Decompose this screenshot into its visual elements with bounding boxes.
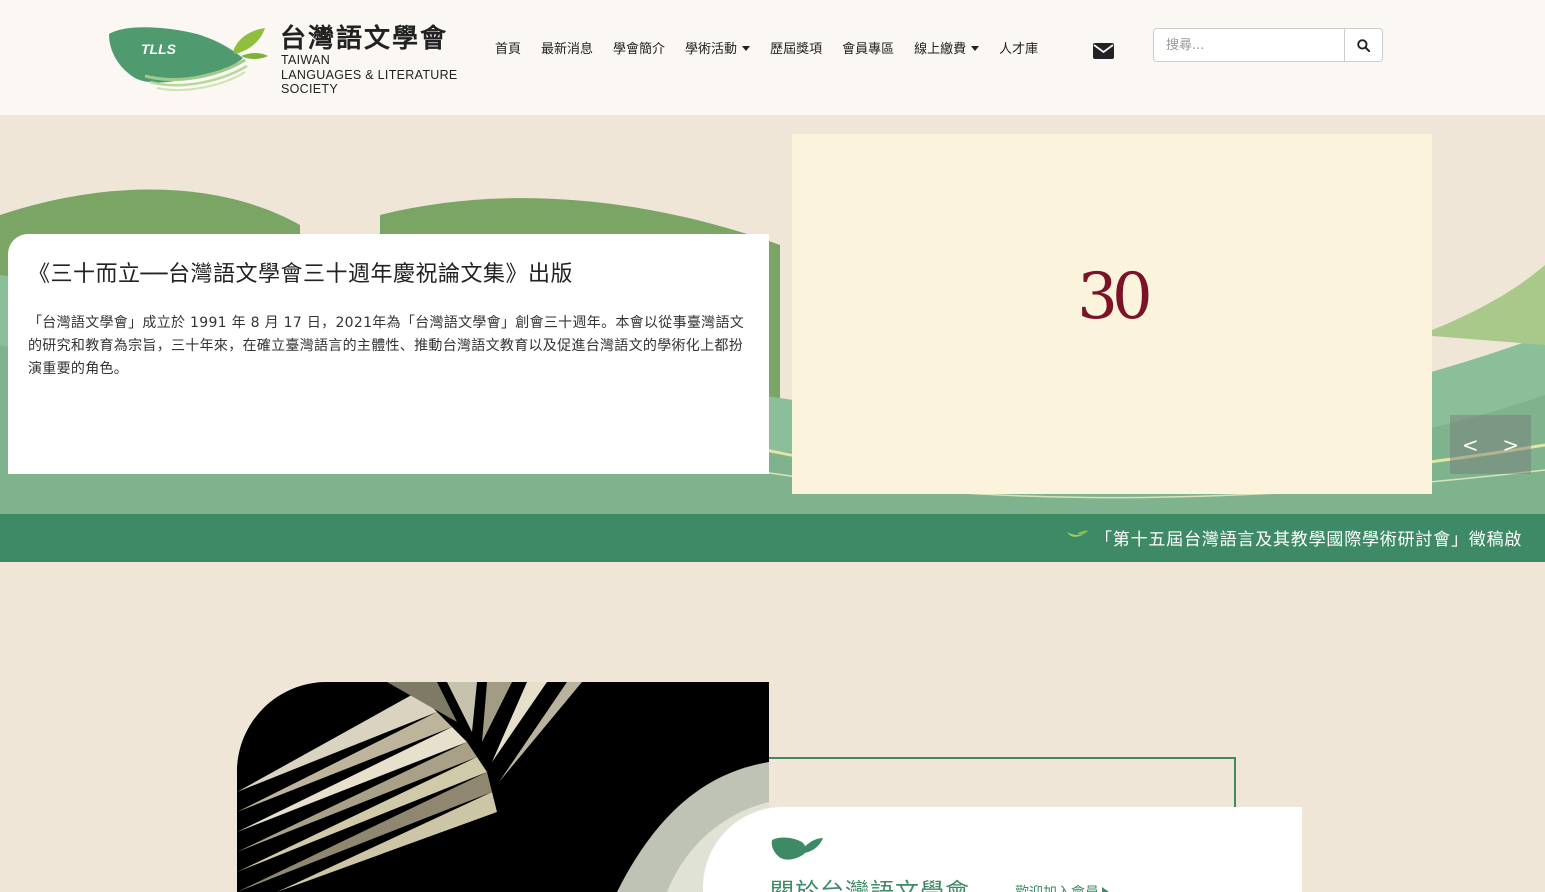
hero-slide-image[interactable]: 30 — [792, 134, 1432, 494]
caret-down-icon — [971, 46, 980, 51]
nav-item-label: 學會簡介 — [613, 42, 666, 57]
slider-prev-button[interactable]: < — [1454, 429, 1487, 461]
hero-title[interactable]: 《三十而立──台灣語文學會三十週年慶祝論文集》出版 — [28, 256, 749, 288]
search-icon — [1357, 38, 1370, 52]
hero-carousel: 《三十而立──台灣語文學會三十週年慶祝論文集》出版 「台灣語文學會」成立於 19… — [0, 115, 1545, 515]
logo-subtitle: TAIWAN LANGUAGES & LITERATURE SOCIETY — [281, 53, 471, 97]
ticker-text[interactable]: 「第十五屆台灣語言及其教學國際學術研討會」徵稿啟 — [1095, 525, 1522, 550]
site-logo[interactable]: TLLS 台灣語文學會 TAIWAN LANGUAGES & LITERATUR… — [105, 18, 465, 98]
nav-item-news[interactable]: 最新消息 — [531, 38, 603, 57]
taiwan-leaf-icon — [771, 837, 823, 860]
search-form — [1153, 28, 1383, 62]
caret-down-icon — [742, 46, 751, 51]
logo-sub-line-2: LANGUAGES & LITERATURE — [281, 67, 458, 82]
hero-description: 「台灣語文學會」成立於 1991 年 8 月 17 日，2021年為「台灣語文學… — [28, 315, 745, 377]
news-ticker: 「第十五屆台灣語言及其教學國際學術研討會」徵稿啟 — [0, 514, 1545, 562]
anniversary-30-logo: 30 — [1077, 260, 1152, 334]
logo-sub-line-3: SOCIETY — [281, 82, 338, 96]
nav-item-about[interactable]: 學會簡介 — [603, 38, 675, 57]
nav-item-label: 人才庫 — [999, 42, 1039, 57]
nav-item-label: 最新消息 — [541, 42, 594, 57]
slider-next-button[interactable]: > — [1494, 429, 1527, 461]
envelope-icon[interactable] — [1093, 43, 1114, 59]
join-member-label: 歡迎加入會員 — [1015, 882, 1099, 892]
about-section-title: 關於台灣語文學會 — [770, 878, 970, 892]
nav-item-home[interactable]: 首頁 — [485, 38, 531, 57]
logo-title: 台灣語文學會 — [280, 24, 449, 54]
site-header: TLLS 台灣語文學會 TAIWAN LANGUAGES & LITERATUR… — [0, 0, 1545, 115]
nav-item-label: 首頁 — [495, 42, 522, 57]
nav-item-label: 學術活動 — [685, 42, 738, 57]
nav-item-members[interactable]: 會員專區 — [832, 38, 904, 57]
open-book-image — [237, 682, 769, 892]
join-member-link[interactable]: 歡迎加入會員 — [1015, 882, 1109, 892]
nav-item-label: 線上繳費 — [914, 42, 967, 57]
main-nav: 首頁 最新消息 學會簡介 學術活動 歷屆獎項 會員專區 線上繳費 人才庫 — [485, 38, 1048, 57]
nav-item-academic-activities[interactable]: 學術活動 — [675, 38, 760, 57]
search-button[interactable] — [1345, 28, 1383, 62]
arrow-right-icon — [1102, 887, 1109, 892]
nav-item-label: 歷屆獎項 — [770, 42, 823, 57]
logo-sub-line-1: TAIWAN — [281, 53, 331, 67]
logo-badge-text: TLLS — [141, 41, 177, 57]
book-pages-illustration — [237, 682, 769, 892]
leaf-icon — [1067, 530, 1088, 537]
nav-item-online-payment[interactable]: 線上繳費 — [904, 38, 989, 57]
nav-item-talent-pool[interactable]: 人才庫 — [989, 38, 1048, 57]
nav-item-awards[interactable]: 歷屆獎項 — [760, 38, 832, 57]
taiwan-leaf-logo-icon: TLLS — [109, 27, 268, 91]
slider-controls: < > — [1450, 415, 1531, 474]
nav-item-label: 會員專區 — [842, 42, 895, 57]
search-input[interactable] — [1153, 28, 1345, 62]
hero-caption-card: 《三十而立──台灣語文學會三十週年慶祝論文集》出版 「台灣語文學會」成立於 19… — [8, 234, 769, 474]
